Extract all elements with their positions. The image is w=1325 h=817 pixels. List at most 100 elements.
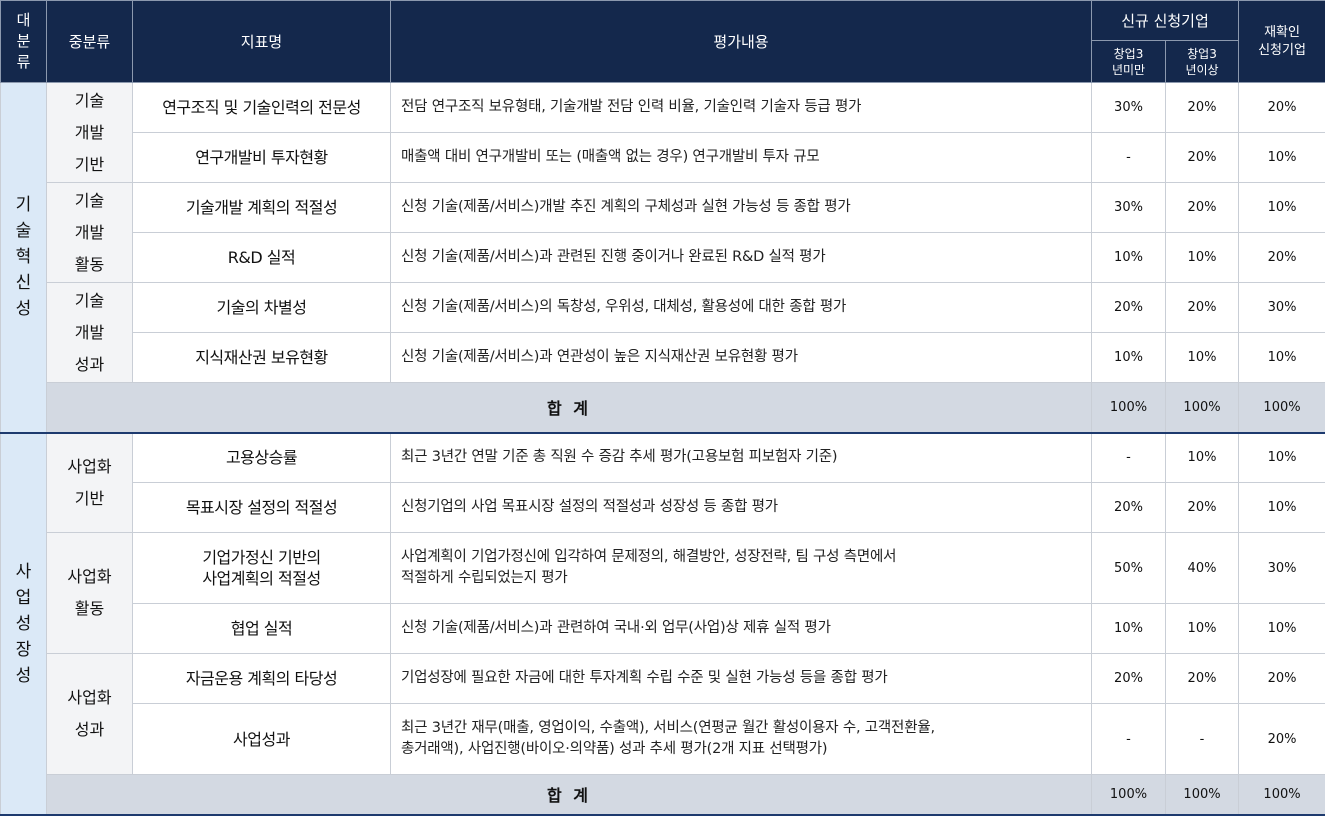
- major-category-char: 성: [15, 665, 32, 686]
- mid-category-cell: 사업화성과: [46, 653, 133, 775]
- header-reconfirm-line: 신청기업: [1258, 42, 1306, 58]
- content-text: 적절하게 수립되었는지 평가: [401, 570, 568, 586]
- mid-category-cell: 기술개발활동: [46, 182, 133, 283]
- weight-cell-v1: 20%: [1091, 653, 1166, 704]
- table-row: 사업화 성과 자금운용 계획의 타당성 기업성장에 필요한 자금에 대한 투자계획 수…: [1, 653, 1325, 775]
- weight-cell-v1: 10%: [1091, 232, 1166, 283]
- weight-cell-v2: 20%: [1164, 82, 1240, 133]
- content-text: 최근 3년간 재무(매출, 영업이익, 수출액), 서비스(연평균 월간 활성이…: [401, 720, 935, 736]
- table-row: 기 술 혁 신 성 기술 개발 기반 연구조직 및 기술인력의 전문성 전담 연구조직 보유형태,…: [0, 82, 1325, 433]
- header-reconfirm-line: 재확인: [1264, 24, 1300, 40]
- weight-cell-v1: -: [1091, 431, 1166, 483]
- content-cell: 신청 기술(제품/서비스)의 독창성, 우위성, 대체성, 활용성에 대한 종합…: [390, 282, 1092, 333]
- header-startup-under3: 창업3 년미만: [1091, 40, 1166, 83]
- indicator-name: 협업 실적: [230, 619, 293, 638]
- weight-cell-v3: 10%: [1238, 182, 1325, 233]
- weight-cell-v3: 30%: [1238, 282, 1325, 333]
- header-startup-under3-line: 년미만: [1111, 62, 1146, 77]
- indicator-name: 사업계획의 적절성: [202, 569, 321, 588]
- total-cell-v3: 100%: [1238, 774, 1325, 815]
- content-text: 신청 기술(제품/서비스)과 연관성이 높은 지식재산권 보유현황 평가: [401, 349, 798, 365]
- total-cell-v1: 100%: [1091, 774, 1166, 815]
- table-row: 사업성과 최근 3년간 재무(매출, 영업이익, 수출액), 서비스(연평균 월간…: [1, 703, 1325, 775]
- indicator-name: 연구조직 및 기술인력의 전문성: [162, 98, 361, 117]
- header-major-category: 대 분 류: [0, 0, 47, 83]
- content-cell: 신청기업의 사업 목표시장 설정의 적절성과 성장성 등 종합 평가: [390, 482, 1092, 533]
- weight-cell-v2: 10%: [1164, 332, 1240, 383]
- weight-cell-v3: 20%: [1238, 82, 1325, 133]
- weight-cell-v2: 20%: [1164, 653, 1240, 704]
- indicator-cell: 자금운용 계획의 타당성: [132, 653, 391, 704]
- content-cell: 사업계획이 기업가정신에 입각하여 문제정의, 해결방안, 성장전략, 팀 구성…: [390, 532, 1092, 604]
- content-text: 최근 3년간 연말 기준 총 직원 수 증감 추세 평가(고용보험 피보험자 기…: [401, 449, 838, 466]
- header-startup-over3-line: 창업3: [1187, 46, 1217, 61]
- mid-category-line: 성과: [74, 354, 105, 374]
- indicator-name: 기술개발 계획의 적절성: [185, 198, 338, 217]
- indicator-name: 지식재산권 보유현황: [195, 348, 328, 367]
- mid-category-line: 기반: [74, 154, 105, 174]
- content-cell: 최근 3년간 재무(매출, 영업이익, 수출액), 서비스(연평균 월간 활성이…: [390, 703, 1092, 775]
- weight-cell-v1: -: [1091, 703, 1166, 775]
- weight-cell-v2: 20%: [1164, 482, 1240, 533]
- mid-category-line: 개발: [74, 122, 105, 142]
- content-cell: 전담 연구조직 보유형태, 기술개발 전담 인력 비율, 기술인력 기술자 등급…: [390, 82, 1092, 133]
- header-startup-over3-line: 년이상: [1185, 62, 1219, 77]
- weight-cell-v3: 30%: [1238, 532, 1325, 604]
- major-category-char: 성: [15, 613, 32, 634]
- major-category-char: 장: [15, 639, 32, 660]
- mid-category-cell: 사업화 활동: [46, 532, 133, 654]
- content-cell: 기업성장에 필요한 자금에 대한 투자계획 수립 수준 및 실현 가능성 등을 …: [390, 653, 1092, 704]
- header-major-char: 대: [16, 11, 31, 29]
- weight-cell-v1: 10%: [1091, 332, 1166, 383]
- indicator-name: 기업가정신 기반의: [202, 548, 321, 567]
- total-row: 합 계 100% 100% 100%: [0, 774, 1325, 815]
- evaluation-criteria-table: 대 분 류 중분류 지표명 평가내용 신규 신청기업 재확인 신청기업 창업3 …: [0, 0, 1325, 816]
- indicator-cell: 기술개발 계획의 적절성: [132, 182, 391, 233]
- indicator-cell: R&D 실적: [132, 232, 391, 283]
- content-text: 기업성장에 필요한 자금에 대한 투자계획 수립 수준 및 실현 가능성 등을 …: [401, 670, 888, 686]
- table-row: 사업화 활동 기업가정신 기반의사업계획의 적절성 사업계획이 기업가정신에 입각하여…: [1, 532, 1325, 654]
- indicator-name: 목표시장 설정의 적절성: [185, 498, 338, 517]
- weight-cell-v3: 20%: [1238, 232, 1325, 283]
- table-row: 목표시장 설정의 적절성 신청기업의 사업 목표시장 설정의 적절성과 성장성 등…: [1, 482, 1325, 533]
- mid-category-line: 기반: [74, 488, 105, 508]
- mid-category-line: 성과: [74, 720, 105, 739]
- table-row: 지식재산권 보유현황 신청 기술(제품/서비스)과 연관성이 높은 지식재산권 보…: [1, 332, 1325, 383]
- header-startup-over3: 창업3 년이상: [1164, 40, 1240, 83]
- weight-cell-v2: -: [1164, 703, 1240, 775]
- major-category-char: 사: [15, 561, 32, 582]
- mid-category-line: 기술: [74, 90, 105, 110]
- mid-category-line: 기술: [74, 290, 105, 310]
- content-cell: 신청 기술(제품/서비스)과 관련하여 국내·외 업무(사업)상 제휴 실적 평…: [390, 603, 1092, 654]
- header-content: 평가내용: [390, 0, 1092, 83]
- table-row: 기술 개발 성과 기술의 차별성 신청 기술(제품/서비스)의 독창성, 우위성, 대체…: [1, 282, 1325, 383]
- mid-category-line: 활동: [74, 599, 105, 618]
- content-cell: 신청 기술(제품/서비스)개발 추진 계획의 구체성과 실현 가능성 등 종합 …: [390, 182, 1092, 233]
- total-label: 합 계: [46, 382, 1092, 433]
- weight-cell-v1: 20%: [1091, 482, 1166, 533]
- total-row: 합 계 100% 100% 100%: [1, 382, 1325, 433]
- content-text: 신청 기술(제품/서비스)개발 추진 계획의 구체성과 실현 가능성 등 종합 …: [401, 199, 851, 215]
- weight-cell-v2: 10%: [1164, 431, 1240, 483]
- major-category-char: 기: [15, 195, 32, 216]
- mid-category-line: 사업화: [67, 688, 112, 707]
- indicator-name: 연구개발비 투자현황: [195, 148, 328, 167]
- total-cell-v3: 100%: [1238, 382, 1325, 433]
- weight-cell-v2: 10%: [1164, 232, 1240, 283]
- content-text: 신청기업의 사업 목표시장 설정의 적절성과 성장성 등 종합 평가: [401, 499, 778, 515]
- indicator-cell: 고용상승률: [132, 431, 391, 483]
- mid-category-cell: 사업화 기반: [46, 431, 133, 533]
- total-cell-v1: 100%: [1091, 382, 1166, 433]
- table-row: 기술개발활동 기술개발 계획의 적절성 신청 기술(제품/서비스)개발 추진 계획의…: [1, 182, 1325, 283]
- content-text: 매출액 대비 연구개발비 또는 (매출액 없는 경우) 연구개발비 투자 규모: [401, 149, 820, 165]
- mid-category-line: 활동: [74, 254, 105, 274]
- weight-cell-v1: 10%: [1091, 603, 1166, 654]
- content-text: 전담 연구조직 보유형태, 기술개발 전담 인력 비율, 기술인력 기술자 등급…: [401, 99, 862, 115]
- total-cell-v2: 100%: [1164, 774, 1240, 815]
- mid-category-cell: 기술 개발 성과: [46, 282, 133, 383]
- mid-category-line: 개발: [74, 222, 105, 242]
- indicator-cell: 지식재산권 보유현황: [132, 332, 391, 383]
- weight-cell-v1: 30%: [1091, 182, 1166, 233]
- total-label: 합 계: [46, 774, 1092, 815]
- mid-category-line: 기술: [74, 190, 105, 210]
